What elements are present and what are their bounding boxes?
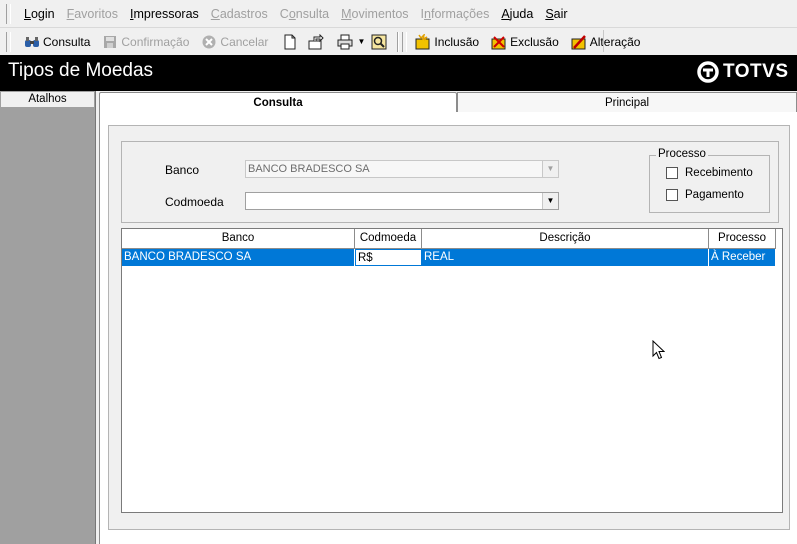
banco-label: Banco [165, 163, 200, 177]
access-key: I [130, 6, 134, 21]
export-button[interactable] [304, 31, 331, 53]
codmoeda-combo[interactable]: ▼ [245, 192, 559, 210]
tab-content: Banco BANCO BRADESCO SA ▼ Codmoeda ▼ Pro… [99, 112, 797, 544]
menu-sair[interactable]: Sair [539, 0, 573, 28]
banco-combo[interactable]: BANCO BRADESCO SA ▼ [245, 160, 559, 178]
cell-codmoeda[interactable]: R$ [355, 249, 422, 266]
column-header-banco[interactable]: Banco [122, 229, 355, 249]
exclusao-button[interactable]: Exclusão [485, 31, 565, 53]
confirmacao-label: Confirmação [121, 34, 190, 49]
consulta-label: Consulta [43, 34, 91, 49]
save-icon [102, 34, 118, 50]
consulta-panel: Banco BANCO BRADESCO SA ▼ Codmoeda ▼ Pro… [108, 125, 790, 530]
pagamento-checkbox-box[interactable] [666, 189, 678, 201]
cancelar-label: Cancelar [220, 34, 269, 49]
table-row[interactable]: BANCO BRADESCO SA R$ REAL À Receber [122, 249, 776, 266]
mouse-cursor-icon [652, 339, 666, 363]
results-grid[interactable]: Banco Codmoeda Descrição Processo BANCO … [121, 228, 783, 513]
grid-header: Banco Codmoeda Descrição Processo [122, 229, 782, 249]
recebimento-label: Recebimento [685, 167, 753, 179]
delete-record-icon [491, 34, 507, 50]
menu-cadastros[interactable]: Cadastros [205, 0, 274, 28]
menu-consulta[interactable]: Consulta [274, 0, 335, 28]
access-key: n [424, 6, 431, 21]
processo-legend: Processo [656, 148, 708, 160]
totvs-logo-icon [697, 61, 719, 83]
shortcuts-panel: Atalhos [0, 91, 96, 544]
toolbar-grip-2 [402, 31, 408, 52]
consulta-button[interactable]: Consulta [18, 31, 96, 53]
menu-informacoes[interactable]: Informações [415, 0, 496, 28]
menu-bar: Login Favoritos Impressoras Cadastros Co… [0, 0, 797, 28]
window-title-bar: Tipos de Moedas TOTVS [0, 55, 797, 91]
menu-ajuda[interactable]: Ajuda [495, 0, 539, 28]
menu-impressoras[interactable]: Impressoras [124, 0, 205, 28]
toolbar-separator [397, 31, 400, 52]
key-search-icon [371, 34, 387, 50]
page-title: Tipos de Moedas [8, 60, 154, 81]
logo-text: TOTVS [723, 61, 789, 82]
cell-processo[interactable]: À Receber [709, 249, 776, 266]
pagamento-checkbox[interactable]: Pagamento [666, 189, 744, 201]
access-key: A [501, 6, 510, 21]
totvs-logo: TOTVS [697, 61, 789, 83]
column-header-processo[interactable]: Processo [709, 229, 776, 249]
banco-combo-value: BANCO BRADESCO SA [248, 163, 370, 175]
processo-group: Processo Recebimento Pagamento [649, 148, 770, 213]
access-key: L [24, 6, 31, 21]
menu-grip [6, 3, 11, 24]
exclusao-label: Exclusão [510, 34, 559, 49]
printer-icon [337, 34, 353, 50]
codmoeda-label: Codmoeda [165, 195, 224, 209]
menu-favoritos[interactable]: Favoritos [61, 0, 124, 28]
chevron-down-icon[interactable]: ▼ [542, 161, 558, 177]
inclusao-button[interactable]: Inclusão [409, 31, 485, 53]
access-key: C [210, 6, 220, 21]
edit-record-icon [571, 34, 587, 50]
recebimento-checkbox-box[interactable] [666, 167, 678, 179]
access-key: M [341, 6, 352, 21]
export-icon [308, 33, 325, 50]
search-key-button[interactable] [367, 31, 394, 53]
toolbar-grip [6, 31, 11, 52]
toolbar-end-divider [603, 30, 604, 52]
inclusao-label: Inclusão [434, 34, 480, 49]
tab-consulta[interactable]: Consulta [99, 92, 457, 114]
access-key: S [545, 6, 554, 21]
chevron-down-icon[interactable]: ▼ [542, 193, 558, 209]
print-dropdown-icon[interactable]: ▼ [357, 37, 365, 46]
column-header-descricao[interactable]: Descrição [422, 229, 709, 249]
column-header-codmoeda[interactable]: Codmoeda [355, 229, 422, 249]
access-key: o [288, 6, 296, 21]
cell-descricao[interactable]: REAL [422, 249, 709, 266]
toolbar: Consulta Confirmação Cancelar ▼ Inclusão… [0, 28, 797, 55]
alteracao-button[interactable]: Alteração [565, 31, 647, 53]
tab-principal[interactable]: Principal [457, 92, 797, 112]
print-button[interactable]: ▼ [331, 31, 367, 53]
access-key: F [66, 6, 75, 21]
shortcuts-header[interactable]: Atalhos [0, 91, 95, 108]
add-record-icon [415, 33, 431, 50]
pagamento-label: Pagamento [685, 189, 744, 201]
menu-login[interactable]: Login [18, 0, 61, 28]
recebimento-checkbox[interactable]: Recebimento [666, 167, 753, 179]
menu-movimentos[interactable]: Movimentos [335, 0, 414, 28]
cancel-icon [201, 34, 217, 50]
new-document-icon [282, 34, 298, 50]
cell-banco[interactable]: BANCO BRADESCO SA [122, 249, 355, 266]
new-document-button[interactable] [274, 31, 304, 53]
binoculars-icon [24, 34, 40, 50]
alteracao-label: Alteração [589, 34, 641, 49]
confirmacao-button[interactable]: Confirmação [96, 31, 195, 53]
cancelar-button[interactable]: Cancelar [195, 31, 274, 53]
filter-panel: Banco BANCO BRADESCO SA ▼ Codmoeda ▼ Pro… [121, 141, 779, 223]
